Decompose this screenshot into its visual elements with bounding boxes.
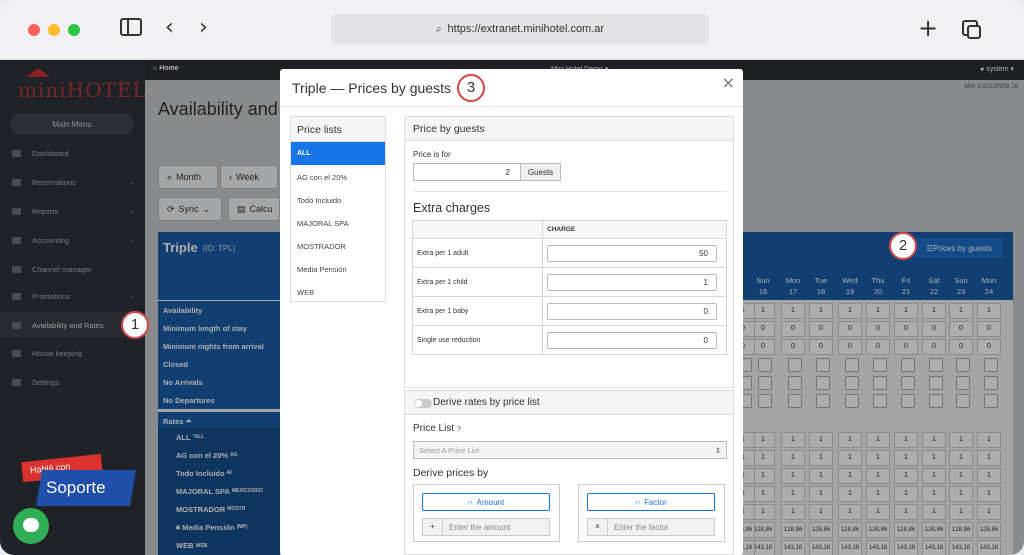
factor-input[interactable]: × Enter the factor: [587, 518, 715, 536]
plus-icon: +: [423, 519, 443, 535]
extra-child-input[interactable]: 1: [547, 273, 717, 291]
modal-title: Triple — Prices by guests: [292, 80, 451, 96]
divider: [413, 191, 727, 192]
new-tab-icon[interactable]: +: [918, 14, 938, 42]
browser-toolbar: ‹ › ⌕ https://extranet.minihotel.com.ar …: [0, 0, 1024, 60]
derive-rates-heading: Derive rates by price list: [405, 391, 733, 415]
table-row: Single use reduction 0: [412, 325, 727, 355]
extra-charges-title: Extra charges: [413, 201, 491, 215]
step-badge: 3: [457, 74, 485, 102]
zoom-window-button[interactable]: [68, 24, 80, 36]
factor-radio[interactable]: ○ Factor: [587, 493, 715, 511]
tabs-overview-icon[interactable]: [962, 20, 981, 39]
close-icon[interactable]: ×: [722, 73, 735, 92]
price-list-item[interactable]: MOSTRADOR: [291, 234, 385, 257]
chat-bubble-icon[interactable]: [13, 508, 49, 544]
step-badge: 2: [889, 232, 917, 260]
price-lists-heading: Price lists: [291, 117, 385, 142]
extra-baby-input[interactable]: 0: [547, 302, 717, 320]
guests-addon: Guests: [520, 163, 561, 181]
help-icon: ❓︎: [456, 426, 462, 433]
price-list-item[interactable]: ALL: [291, 142, 385, 165]
extra-adult-input[interactable]: 50: [547, 244, 717, 262]
sidebar-toggle-icon[interactable]: [120, 18, 142, 36]
derive-by-label: Derive prices by: [413, 467, 489, 479]
search-icon: ⌕: [435, 23, 442, 35]
support-button[interactable]: Soporte: [36, 470, 136, 506]
address-bar[interactable]: ⌕ https://extranet.minihotel.com.ar: [331, 14, 709, 44]
price-list-item[interactable]: Media Pensión: [291, 257, 385, 280]
url-text: https://extranet.minihotel.com.ar: [447, 23, 605, 35]
forward-arrow-icon[interactable]: ›: [199, 15, 208, 40]
step-badge: 1: [121, 311, 149, 339]
extra-label: Extra per 1 baby: [412, 296, 543, 326]
multiply-icon: ×: [588, 519, 608, 535]
prices-by-guests-modal: Triple — Prices by guests 3 × Price list…: [280, 69, 743, 555]
table-row: Extra per 1 baby 0: [412, 296, 727, 326]
extra-label: Extra per 1 child: [412, 267, 543, 297]
table-row: Extra per 1 child 1: [412, 267, 727, 297]
minimize-window-button[interactable]: [48, 24, 60, 36]
select-arrows-icon: ⇕: [714, 445, 721, 455]
single-use-input[interactable]: 0: [547, 331, 717, 349]
factor-option: ○ Factor × Enter the factor: [578, 484, 725, 542]
table-row: Extra per 1 adult 50: [412, 238, 727, 268]
back-arrow-icon[interactable]: ‹: [165, 15, 174, 40]
extra-charges-table: CHARGE Extra per 1 adult 50 Extra per 1 c…: [412, 220, 727, 355]
extra-label: Extra per 1 adult: [412, 238, 543, 268]
derive-toggle[interactable]: [414, 399, 432, 408]
price-list-item[interactable]: AG con el 20%: [291, 165, 385, 188]
price-lists-panel: Price lists ALL AG con el 20% Todo Inclu…: [290, 116, 386, 302]
browser-window: ‹ › ⌕ https://extranet.minihotel.com.ar …: [0, 0, 1024, 555]
amount-radio[interactable]: ○ Amount: [422, 493, 550, 511]
price-list-item[interactable]: MAJORAL SPA: [291, 211, 385, 234]
price-list-item[interactable]: WEB: [291, 280, 385, 303]
modal-header: Triple — Prices by guests 3 ×: [280, 69, 743, 107]
price-for-label: Price is for: [413, 150, 451, 159]
price-list-label: Price List ❓︎: [413, 423, 462, 434]
radio-icon: ○: [467, 497, 473, 507]
radio-icon: ○: [635, 497, 641, 507]
amount-option: ○ Amount + Enter the amount: [413, 484, 560, 542]
extra-label: Single use reduction: [412, 325, 543, 355]
price-list-select[interactable]: Select A Price List ⇕: [413, 441, 727, 459]
price-by-guests-heading: Price by guests: [405, 117, 733, 141]
guests-input[interactable]: 2: [413, 163, 521, 181]
charge-column-header: CHARGE: [542, 220, 727, 239]
amount-input[interactable]: + Enter the amount: [422, 518, 550, 536]
close-window-button[interactable]: [28, 24, 40, 36]
price-list-item[interactable]: Todo Incluido: [291, 188, 385, 211]
